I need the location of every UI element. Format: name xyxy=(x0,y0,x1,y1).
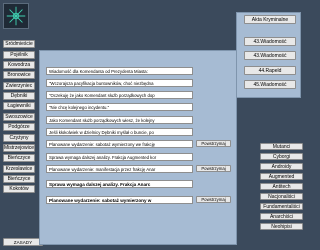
record-slot[interactable]: 43.Wiadomość xyxy=(244,51,296,60)
message-row: Sprawa wymaga dalszej analizy. Frakcja A… xyxy=(46,180,193,188)
faction-neohipisi[interactable]: Neohipisi xyxy=(260,223,303,230)
message-row: Jako Komendant służb porządkowych wiesz,… xyxy=(46,116,193,124)
faction-cyborgi[interactable]: Cyborgi xyxy=(260,153,303,160)
nav-item-podgorze[interactable]: Podgórze xyxy=(3,123,35,131)
nav-item-zwierzyniec[interactable]: Zwierzyniec xyxy=(3,82,35,90)
message-row: Planowane wydarzenie: sabotaż wymierzony… xyxy=(46,196,193,204)
message-row: Planowane wydarzenie: manifestacja przez… xyxy=(46,165,193,173)
nav-item-srodmiescie[interactable]: Śródmieście xyxy=(3,40,35,48)
faction-fundamentalisci[interactable]: Fundamentaliści xyxy=(260,203,303,210)
nav-item-mistrzejowice[interactable]: Mistrzejowice xyxy=(3,144,35,152)
rules-button[interactable]: ZASADY xyxy=(3,238,43,246)
nav-item-pojelnik[interactable]: Pojélnik xyxy=(3,51,35,59)
message-row: Wiadomość dla Komendanta od Prezydenta M… xyxy=(46,67,193,75)
nav-item-bronowice[interactable]: Bronowice xyxy=(3,71,35,79)
nav-item-kowodrza[interactable]: Kowodrza xyxy=(3,61,35,69)
record-slot[interactable]: 44.Rapeld xyxy=(244,66,296,75)
message-row: Sprawa wymaga dalszej analizy. Frakcja A… xyxy=(46,153,193,161)
faction-mutanci[interactable]: Mutanci xyxy=(260,143,303,150)
prevent-button[interactable]: Powstrzymaj xyxy=(196,140,231,147)
compass-star-icon xyxy=(6,6,26,26)
record-slot[interactable]: 43.Wiadomość xyxy=(244,37,296,46)
faction-nacjonalisci[interactable]: Nacjonaliści xyxy=(260,193,303,200)
nav-item-debniki[interactable]: Dębniki xyxy=(3,92,35,100)
nav-item-kokotow[interactable]: Kokotów xyxy=(3,185,35,193)
message-row: Planowane wydarzenie: sabotaż wymierzony… xyxy=(46,140,193,148)
record-slot[interactable]: 45.Wiadomość xyxy=(244,80,296,89)
faction-antitech[interactable]: Antitech xyxy=(260,183,303,190)
prevent-button[interactable]: Powstrzymaj xyxy=(196,165,231,172)
nav-item-krzeslawice[interactable]: Krzesławice xyxy=(3,165,35,173)
nav-item-czyzyny[interactable]: Czyżyny xyxy=(3,134,35,142)
faction-anarchisci[interactable]: Anarchiści xyxy=(260,213,303,220)
nav-item-lagiewniki[interactable]: Łagiewniki xyxy=(3,102,35,110)
criminal-records-title[interactable]: Akta Kryminalne xyxy=(244,15,296,24)
faction-augmented[interactable]: Augmented xyxy=(260,173,303,180)
message-row: Jeśli kłokolwiek w dzielnicy Dębniki myś… xyxy=(46,128,193,136)
message-row: "Wczorajsza pacyfikacja buntowników, cho… xyxy=(46,79,193,87)
prevent-button[interactable]: Powstrzymaj xyxy=(196,196,231,203)
app-logo xyxy=(3,3,29,29)
nav-item-bienczyce[interactable]: Bieńczyce xyxy=(3,154,35,162)
nav-item-bienczyce-2[interactable]: Bieńczyce xyxy=(3,175,35,183)
faction-androidy[interactable]: Androidy xyxy=(260,163,303,170)
message-row: "Nie chcę kolejnego incydentu." xyxy=(46,103,193,111)
message-row: "Oczekuję że jako Komendant służb porząd… xyxy=(46,91,193,99)
nav-item-swoszowice[interactable]: Swoszowice xyxy=(3,113,35,121)
